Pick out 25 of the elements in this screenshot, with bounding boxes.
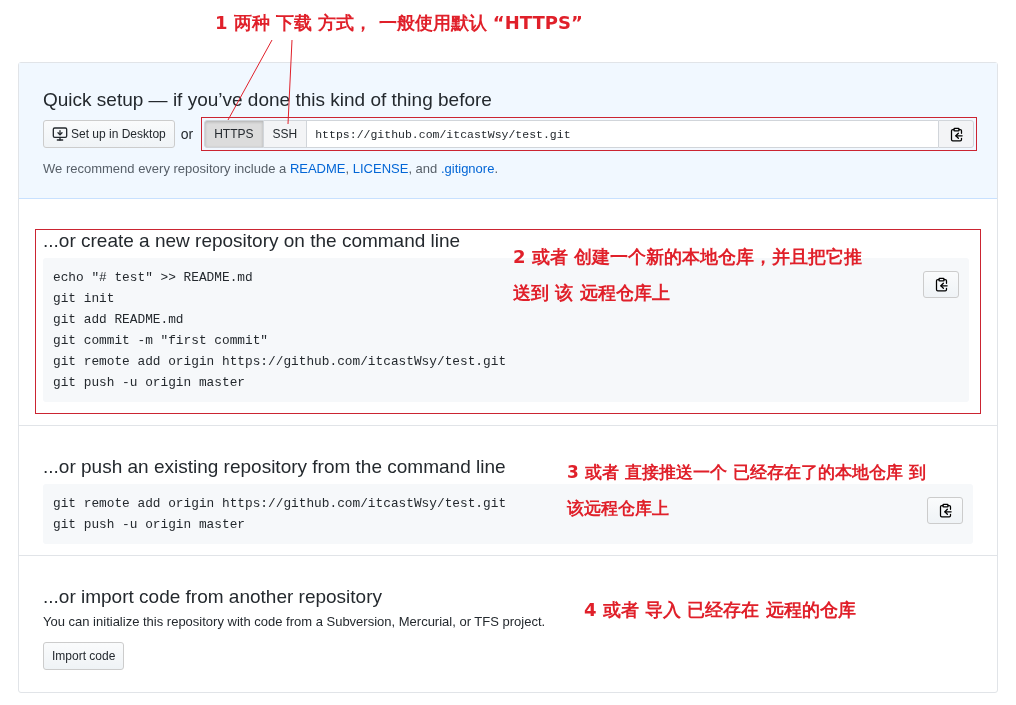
set-up-in-desktop-button[interactable]: Set up in Desktop [43,120,175,148]
protocol-tab[interactable]: HTTPS [204,120,264,148]
copy-button[interactable] [923,271,959,298]
section-title: ...or push an existing repository from the command line [43,456,506,478]
copy-button[interactable] [938,120,974,148]
import-code-button[interactable]: Import code [43,642,125,670]
annotation-text: 2 或者 创建一个新的本地仓库，并且把它推送到 该 远程仓库上 [513,245,864,305]
clipboard-icon [948,126,964,142]
annotation-text: 1 两种 下载 方式， 一般使用默认 “HTTPS” [215,11,583,35]
url-field[interactable]: https://github.com/itcastWsy/test.git [307,120,938,148]
desktop-download-icon [52,126,68,142]
code-text: git remote add origin https://github.com/itcastWsy/test.git git push -u origin master [53,495,507,534]
import-description: You can initialize this repository with code from a Subversion, Mercurial, or TFS project. [43,614,547,629]
section-title: ...or create a new repository on the command line [43,230,461,252]
or-text: or [180,126,194,142]
annotation-text: 4 或者 导入 已经存在 远程的仓库 [584,598,857,622]
clipboard-icon [937,503,953,518]
copy-button[interactable] [927,497,963,524]
protocol-tab[interactable]: SSH [263,120,308,148]
clipboard-icon [933,277,949,292]
code-text: echo "# test" >> README.md git init git add README.md git commit -m "first commit" git remote add origin https://github.com/itcastWsy/test.git git push -u origin master [53,269,507,392]
section-title: ...or import code from another repository [43,586,382,608]
recommend-text: We recommend every repository include a README, LICENSE, and .gitignore. [43,161,499,176]
file-link[interactable]: README [289,161,346,176]
annotation-text: 3 或者 直接推送一个 已经存在了的本地仓库 到该远程仓库上 [567,461,927,520]
